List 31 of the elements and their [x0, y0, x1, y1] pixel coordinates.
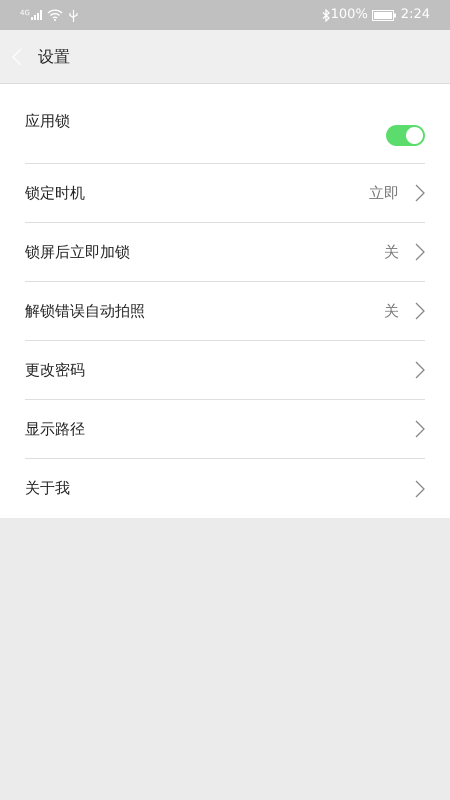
settings-row[interactable]: 更改密码: [25, 341, 425, 400]
chevron-icon: [415, 184, 425, 202]
chevron-icon: [415, 302, 425, 320]
setting-label: 更改密码: [25, 360, 86, 381]
setting-label: 锁屏后立即加锁: [25, 242, 131, 263]
settings-row[interactable]: 锁定时机 立即: [25, 164, 425, 223]
settings-row[interactable]: 显示路径: [25, 400, 425, 459]
setting-label: 解锁错误自动拍照: [25, 300, 146, 322]
setting-label: 关于我: [25, 478, 71, 500]
usb-icon: [68, 8, 78, 22]
settings-row[interactable]: 解锁错误自动拍照 关: [25, 282, 425, 341]
page-title: 设置: [38, 46, 70, 68]
settings-row[interactable]: 关于我: [25, 459, 425, 518]
clock-time: 2:24: [400, 6, 430, 24]
chevron-icon: [415, 420, 425, 438]
setting-label: 锁定时机: [25, 182, 86, 204]
setting-value: 立即: [369, 182, 399, 204]
bluetooth-icon: [322, 8, 330, 22]
signal-icon: [30, 10, 43, 20]
setting-label: 显示路径: [25, 418, 86, 440]
chevron-icon: [415, 361, 425, 379]
setting-label: 应用锁: [25, 111, 70, 132]
setting-value: 关: [384, 300, 399, 322]
setting-value: 关: [384, 242, 399, 263]
battery-percent: 100%: [330, 6, 368, 24]
toggle-switch[interactable]: [386, 125, 425, 146]
settings-row[interactable]: 锁屏后立即加锁 关: [25, 223, 425, 282]
chevron-icon: [415, 243, 425, 261]
wifi-icon: [46, 9, 63, 21]
chevron-icon: [415, 480, 425, 498]
battery-icon: [372, 10, 396, 20]
